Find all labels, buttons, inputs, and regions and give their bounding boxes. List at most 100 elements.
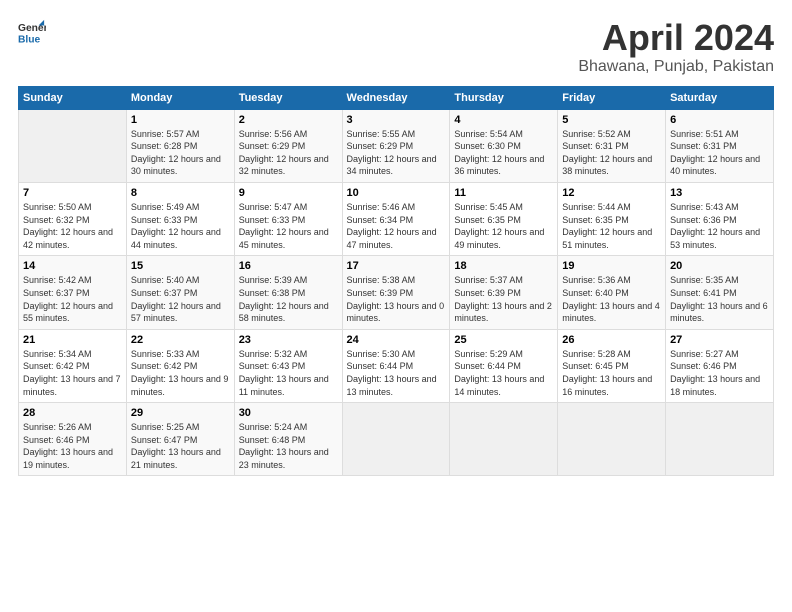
col-saturday: Saturday xyxy=(666,86,774,109)
table-cell: 21 Sunrise: 5:34 AM Sunset: 6:42 PM Dayli… xyxy=(19,329,127,402)
day-number: 7 xyxy=(23,187,122,199)
day-number: 6 xyxy=(670,114,769,126)
cell-info: Sunrise: 5:55 AM Sunset: 6:29 PM Dayligh… xyxy=(347,128,446,178)
table-cell: 14 Sunrise: 5:42 AM Sunset: 6:37 PM Dayli… xyxy=(19,256,127,329)
cell-info: Sunrise: 5:45 AM Sunset: 6:35 PM Dayligh… xyxy=(454,201,553,251)
logo-icon: General Blue xyxy=(18,18,46,46)
cell-info: Sunrise: 5:35 AM Sunset: 6:41 PM Dayligh… xyxy=(670,274,769,324)
table-cell: 26 Sunrise: 5:28 AM Sunset: 6:45 PM Dayli… xyxy=(558,329,666,402)
table-cell: 16 Sunrise: 5:39 AM Sunset: 6:38 PM Dayli… xyxy=(234,256,342,329)
cell-info: Sunrise: 5:29 AM Sunset: 6:44 PM Dayligh… xyxy=(454,348,553,398)
table-cell: 20 Sunrise: 5:35 AM Sunset: 6:41 PM Dayli… xyxy=(666,256,774,329)
day-number: 5 xyxy=(562,114,661,126)
day-number: 29 xyxy=(131,407,230,419)
day-number: 25 xyxy=(454,334,553,346)
day-number: 13 xyxy=(670,187,769,199)
table-cell: 17Sunrise: 5:38 AM Sunset: 6:39 PM Dayli… xyxy=(342,256,450,329)
day-number: 15 xyxy=(131,260,230,272)
day-number: 24 xyxy=(347,334,446,346)
logo: General Blue xyxy=(18,18,46,46)
table-cell: 24 Sunrise: 5:30 AM Sunset: 6:44 PM Dayli… xyxy=(342,329,450,402)
day-number: 3 xyxy=(347,114,446,126)
table-cell: 6Sunrise: 5:51 AM Sunset: 6:31 PM Daylig… xyxy=(666,109,774,182)
cell-info: Sunrise: 5:40 AM Sunset: 6:37 PM Dayligh… xyxy=(131,274,230,324)
day-number: 22 xyxy=(131,334,230,346)
week-row-3: 14 Sunrise: 5:42 AM Sunset: 6:37 PM Dayli… xyxy=(19,256,774,329)
week-row-5: 28 Sunrise: 5:26 AM Sunset: 6:46 PM Dayli… xyxy=(19,403,774,476)
day-number: 8 xyxy=(131,187,230,199)
day-number: 12 xyxy=(562,187,661,199)
cell-info: Sunrise: 5:37 AM Sunset: 6:39 PM Dayligh… xyxy=(454,274,553,324)
day-number: 2 xyxy=(239,114,338,126)
table-cell xyxy=(558,403,666,476)
day-number: 10 xyxy=(347,187,446,199)
table-cell: 12 Sunrise: 5:44 AM Sunset: 6:35 PM Dayli… xyxy=(558,182,666,255)
cell-info: Sunrise: 5:34 AM Sunset: 6:42 PM Dayligh… xyxy=(23,348,122,398)
cell-info: Sunrise: 5:26 AM Sunset: 6:46 PM Dayligh… xyxy=(23,421,122,471)
table-cell: 15 Sunrise: 5:40 AM Sunset: 6:37 PM Dayli… xyxy=(126,256,234,329)
cell-info: Sunrise: 5:54 AM Sunset: 6:30 PM Dayligh… xyxy=(454,128,553,178)
table-cell: 1 Sunrise: 5:57 AM Sunset: 6:28 PM Daylig… xyxy=(126,109,234,182)
table-cell: 22 Sunrise: 5:33 AM Sunset: 6:42 PM Dayli… xyxy=(126,329,234,402)
cell-info: Sunrise: 5:57 AM Sunset: 6:28 PM Dayligh… xyxy=(131,128,230,178)
cell-info: Sunrise: 5:46 AM Sunset: 6:34 PM Dayligh… xyxy=(347,201,446,251)
table-cell xyxy=(19,109,127,182)
table-cell: 30Sunrise: 5:24 AM Sunset: 6:48 PM Dayli… xyxy=(234,403,342,476)
table-cell: 8Sunrise: 5:49 AM Sunset: 6:33 PM Daylig… xyxy=(126,182,234,255)
cell-info: Sunrise: 5:39 AM Sunset: 6:38 PM Dayligh… xyxy=(239,274,338,324)
cell-info: Sunrise: 5:28 AM Sunset: 6:45 PM Dayligh… xyxy=(562,348,661,398)
cell-info: Sunrise: 5:42 AM Sunset: 6:37 PM Dayligh… xyxy=(23,274,122,324)
table-cell: 11 Sunrise: 5:45 AM Sunset: 6:35 PM Dayli… xyxy=(450,182,558,255)
day-number: 20 xyxy=(670,260,769,272)
page: General Blue April 2024 Bhawana, Punjab,… xyxy=(0,0,792,612)
day-number: 27 xyxy=(670,334,769,346)
cell-info: Sunrise: 5:38 AM Sunset: 6:39 PM Dayligh… xyxy=(347,274,446,324)
table-cell xyxy=(342,403,450,476)
day-number: 1 xyxy=(131,114,230,126)
day-number: 11 xyxy=(454,187,553,199)
table-cell: 25 Sunrise: 5:29 AM Sunset: 6:44 PM Dayli… xyxy=(450,329,558,402)
cell-info: Sunrise: 5:50 AM Sunset: 6:32 PM Dayligh… xyxy=(23,201,122,251)
day-number: 28 xyxy=(23,407,122,419)
subtitle: Bhawana, Punjab, Pakistan xyxy=(578,58,774,76)
week-row-1: 1 Sunrise: 5:57 AM Sunset: 6:28 PM Daylig… xyxy=(19,109,774,182)
table-cell: 2 Sunrise: 5:56 AM Sunset: 6:29 PM Daylig… xyxy=(234,109,342,182)
cell-info: Sunrise: 5:30 AM Sunset: 6:44 PM Dayligh… xyxy=(347,348,446,398)
day-number: 16 xyxy=(239,260,338,272)
col-friday: Friday xyxy=(558,86,666,109)
cell-info: Sunrise: 5:36 AM Sunset: 6:40 PM Dayligh… xyxy=(562,274,661,324)
cell-info: Sunrise: 5:33 AM Sunset: 6:42 PM Dayligh… xyxy=(131,348,230,398)
header: General Blue April 2024 Bhawana, Punjab,… xyxy=(18,18,774,76)
cell-info: Sunrise: 5:44 AM Sunset: 6:35 PM Dayligh… xyxy=(562,201,661,251)
title-block: April 2024 Bhawana, Punjab, Pakistan xyxy=(578,18,774,76)
table-cell: 29 Sunrise: 5:25 AM Sunset: 6:47 PM Dayli… xyxy=(126,403,234,476)
day-number: 9 xyxy=(239,187,338,199)
calendar-table: Sunday Monday Tuesday Wednesday Thursday… xyxy=(18,86,774,477)
col-sunday: Sunday xyxy=(19,86,127,109)
table-cell: 28 Sunrise: 5:26 AM Sunset: 6:46 PM Dayli… xyxy=(19,403,127,476)
day-number: 19 xyxy=(562,260,661,272)
table-cell: 4Sunrise: 5:54 AM Sunset: 6:30 PM Daylig… xyxy=(450,109,558,182)
cell-info: Sunrise: 5:43 AM Sunset: 6:36 PM Dayligh… xyxy=(670,201,769,251)
table-cell: 18 Sunrise: 5:37 AM Sunset: 6:39 PM Dayli… xyxy=(450,256,558,329)
table-cell: 23Sunrise: 5:32 AM Sunset: 6:43 PM Dayli… xyxy=(234,329,342,402)
col-tuesday: Tuesday xyxy=(234,86,342,109)
col-wednesday: Wednesday xyxy=(342,86,450,109)
svg-text:Blue: Blue xyxy=(18,34,41,45)
cell-info: Sunrise: 5:24 AM Sunset: 6:48 PM Dayligh… xyxy=(239,421,338,471)
day-number: 26 xyxy=(562,334,661,346)
cell-info: Sunrise: 5:27 AM Sunset: 6:46 PM Dayligh… xyxy=(670,348,769,398)
table-cell: 3 Sunrise: 5:55 AM Sunset: 6:29 PM Daylig… xyxy=(342,109,450,182)
day-number: 23 xyxy=(239,334,338,346)
cell-info: Sunrise: 5:25 AM Sunset: 6:47 PM Dayligh… xyxy=(131,421,230,471)
day-number: 21 xyxy=(23,334,122,346)
table-cell: 19 Sunrise: 5:36 AM Sunset: 6:40 PM Dayli… xyxy=(558,256,666,329)
cell-info: Sunrise: 5:52 AM Sunset: 6:31 PM Dayligh… xyxy=(562,128,661,178)
table-cell: 5 Sunrise: 5:52 AM Sunset: 6:31 PM Daylig… xyxy=(558,109,666,182)
table-cell: 27 Sunrise: 5:27 AM Sunset: 6:46 PM Dayli… xyxy=(666,329,774,402)
cell-info: Sunrise: 5:47 AM Sunset: 6:33 PM Dayligh… xyxy=(239,201,338,251)
table-cell xyxy=(666,403,774,476)
day-number: 14 xyxy=(23,260,122,272)
day-number: 18 xyxy=(454,260,553,272)
cell-info: Sunrise: 5:56 AM Sunset: 6:29 PM Dayligh… xyxy=(239,128,338,178)
